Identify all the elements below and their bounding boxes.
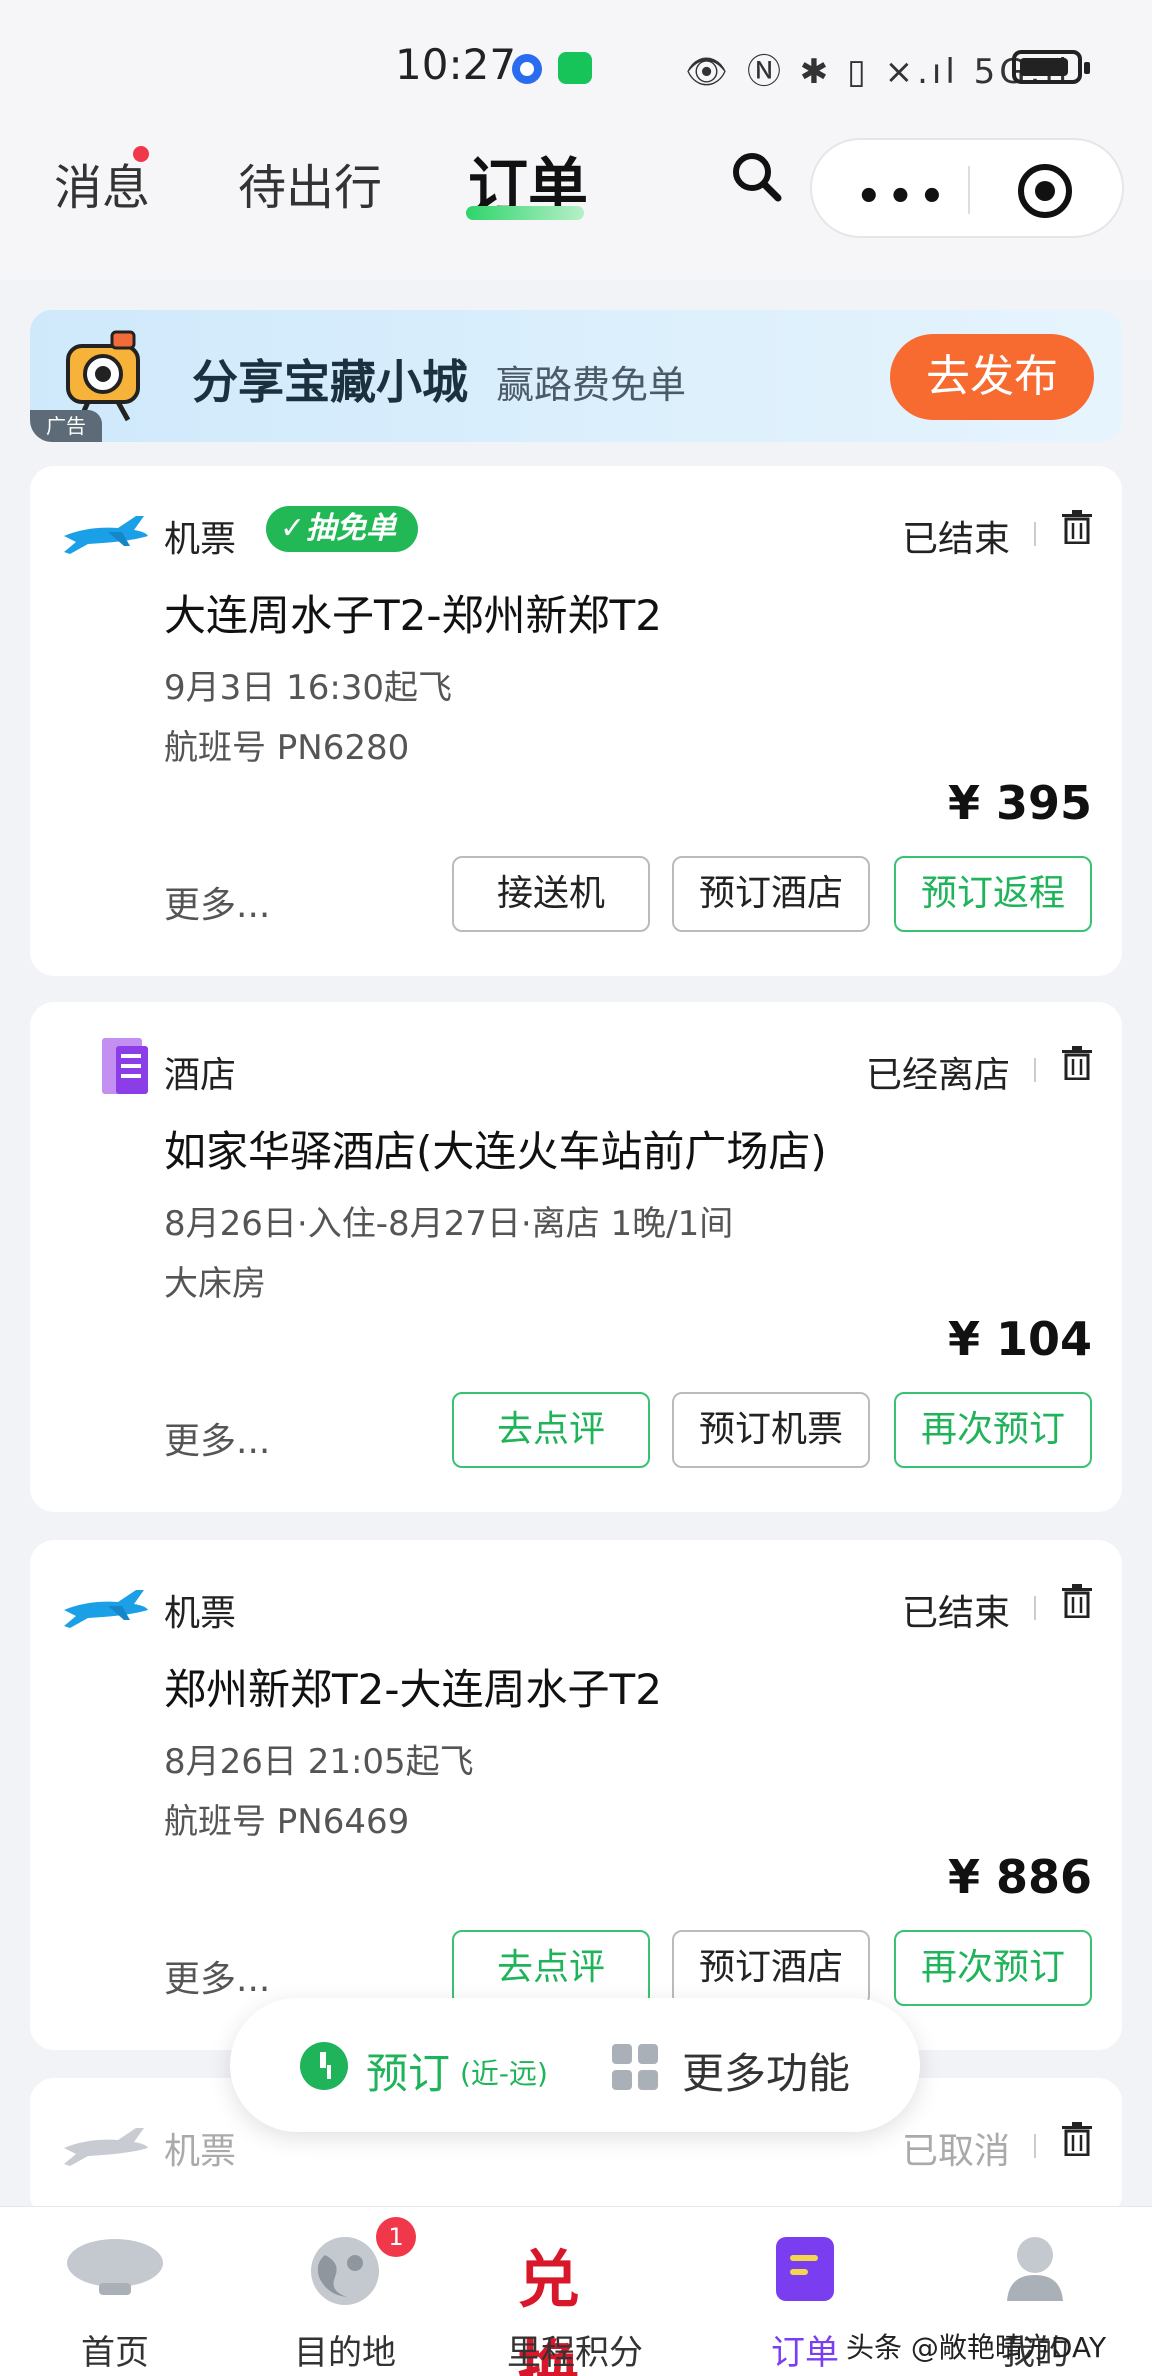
order-detail-2: 大床房 (164, 1264, 266, 1304)
order-price: ¥ 395 (947, 776, 1092, 830)
tabbar-mileage[interactable]: 兑换 里程积分 (460, 2207, 690, 2376)
review-button[interactable]: 去点评 (452, 1392, 650, 1468)
active-tab-indicator (466, 206, 584, 220)
close-miniprogram-icon[interactable] (1018, 164, 1072, 218)
rebook-button[interactable]: 再次预订 (894, 1930, 1092, 2006)
capsule-divider (968, 166, 970, 214)
rebook-button[interactable]: 再次预订 (894, 1392, 1092, 1468)
order-price: ¥ 104 (947, 1312, 1092, 1366)
order-title: 郑州新郑T2-大连周水子T2 (164, 1665, 662, 1714)
book-hotel-button[interactable]: 预订酒店 (672, 856, 870, 932)
order-title: 大连周水子T2-郑州新郑T2 (164, 591, 662, 640)
tab-pending-trips[interactable]: 待出行 (238, 148, 382, 218)
divider (1034, 522, 1036, 546)
ad-subtitle: 赢路费免单 (496, 363, 687, 407)
airplane-icon (64, 516, 148, 554)
camera-mascot-icon (66, 330, 140, 422)
order-detail-1: 8月26日 21:05起飞 (164, 1742, 474, 1782)
order-price: ¥ 886 (947, 1850, 1092, 1904)
ad-publish-button[interactable]: 去发布 (890, 334, 1094, 420)
globe-icon (311, 2237, 379, 2305)
tabbar-home[interactable]: 首页 (0, 2207, 230, 2376)
order-type: 机票 (164, 519, 237, 560)
notification-badge: 1 (376, 2217, 416, 2257)
divider (1034, 2134, 1036, 2158)
book-hotel-button[interactable]: 预订酒店 (672, 1930, 870, 2006)
book-return-button[interactable]: 预订返程 (894, 856, 1092, 932)
watermark-text: 头条 @敞艳晴方DAY (846, 2331, 1107, 2364)
user-avatar-icon (1007, 2237, 1063, 2301)
order-type: 机票 (164, 2131, 237, 2172)
more-options-icon[interactable]: ••• (856, 174, 951, 220)
tabbar-label: 里程积分 (507, 2333, 643, 2373)
order-status: 已结束 (901, 519, 1010, 560)
review-button[interactable]: 去点评 (452, 1930, 650, 2006)
order-type: 酒店 (164, 1055, 237, 1096)
order-detail-1: 8月26日·入住-8月27日·离店 1晚/1间 (164, 1204, 734, 1244)
battery-icon (1012, 50, 1090, 84)
tabbar-destination[interactable]: 1 目的地 (230, 2207, 460, 2376)
top-nav: 消息 待出行 订单 ••• (0, 130, 1152, 280)
airship-home-icon (67, 2239, 163, 2295)
miniprogram-capsule: ••• (810, 138, 1124, 238)
more-features-button[interactable]: 更多功能 (682, 2040, 850, 2101)
trash-icon[interactable] (1062, 1046, 1092, 1080)
wechat-icon (558, 52, 592, 84)
airplane-icon (64, 2128, 148, 2166)
order-status: 已取消 (901, 2131, 1010, 2172)
order-title: 如家华驿酒店(大连火车站前广场店) (164, 1127, 827, 1176)
order-status: 已经离店 (865, 1055, 1010, 1096)
order-detail-2: 航班号 PN6280 (164, 728, 410, 768)
order-detail-2: 航班号 PN6469 (164, 1802, 410, 1842)
trash-icon[interactable] (1062, 510, 1092, 544)
more-actions-link[interactable]: 更多... (164, 1412, 270, 1464)
airport-transfer-button[interactable]: 接送机 (452, 856, 650, 932)
ad-title: 分享宝藏小城 (192, 355, 468, 409)
unread-dot (133, 146, 149, 162)
search-icon[interactable] (730, 150, 784, 204)
free-draw-badge[interactable]: 抽免单 (266, 506, 418, 552)
floating-action-bar: 预订 (近-远) 更多功能 (230, 1998, 920, 2132)
hotel-building-icon (102, 1038, 148, 1094)
order-card-flight-1[interactable]: 机票 抽免单 已结束 大连周水子T2-郑州新郑T2 9月3日 16:30起飞 航… (30, 466, 1122, 976)
trash-icon[interactable] (1062, 1584, 1092, 1618)
grid-icon (612, 2044, 658, 2090)
order-type: 机票 (164, 1593, 237, 1634)
more-actions-link[interactable]: 更多... (164, 1950, 270, 2002)
more-actions-link[interactable]: 更多... (164, 876, 270, 928)
order-book-icon (776, 2237, 834, 2301)
clock-icon (300, 2042, 348, 2090)
ad-banner[interactable]: 广告 分享宝藏小城 赢路费免单 去发布 (30, 310, 1122, 442)
airplane-icon (64, 1590, 148, 1628)
status-time: 10:27 (395, 40, 517, 89)
trash-icon[interactable] (1062, 2122, 1092, 2156)
app-notification-icon (512, 54, 542, 84)
order-status: 已结束 (901, 1593, 1010, 1634)
tabbar-label: 首页 (81, 2333, 149, 2373)
sort-order-label: (近-远) (460, 2057, 548, 2090)
order-card-hotel[interactable]: 酒店 已经离店 如家华驿酒店(大连火车站前广场店) 8月26日·入住-8月27日… (30, 1002, 1122, 1512)
divider (1034, 1596, 1036, 1620)
book-flight-button[interactable]: 预订机票 (672, 1392, 870, 1468)
tabbar-label: 目的地 (294, 2333, 396, 2373)
ad-label: 广告 (30, 410, 102, 442)
divider (1034, 1058, 1036, 1082)
order-card-flight-2[interactable]: 机票 已结束 郑州新郑T2-大连周水子T2 8月26日 21:05起飞 航班号 … (30, 1540, 1122, 2050)
order-detail-1: 9月3日 16:30起飞 (164, 668, 453, 708)
status-bar: 10:27 👁 Ⓝ ✱ ▯ ×.ıl 5G.ıl (0, 0, 1152, 130)
sort-booking-button[interactable]: 预订 (366, 2040, 450, 2101)
